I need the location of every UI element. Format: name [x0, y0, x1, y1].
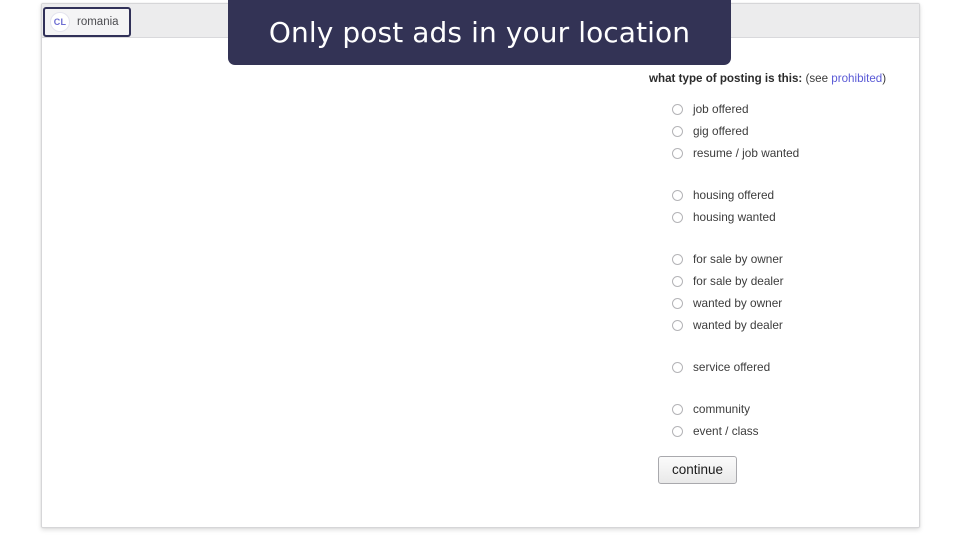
form-heading: what type of posting is this: (see prohi…: [649, 72, 919, 85]
form-heading-label: what type of posting is this:: [649, 72, 803, 85]
radio-circle-icon[interactable]: [672, 297, 683, 309]
instruction-banner: Only post ads in your location: [228, 0, 731, 65]
radio-circle-icon[interactable]: [672, 103, 683, 115]
radio-circle-icon[interactable]: [672, 403, 683, 415]
radio-option-label: gig offered: [693, 124, 749, 138]
radio-option-label: for sale by owner: [693, 252, 783, 266]
radio-option-label: housing offered: [693, 188, 775, 202]
radio-option-label: job offered: [693, 102, 749, 116]
radio-group-community: community event / class: [649, 398, 919, 442]
radio-group-services: service offered: [649, 356, 919, 378]
radio-option-label: wanted by dealer: [693, 318, 783, 332]
radio-option-for-sale-by-dealer[interactable]: for sale by dealer: [649, 270, 919, 292]
radio-option-wanted-by-owner[interactable]: wanted by owner: [649, 292, 919, 314]
radio-option-job-offered[interactable]: job offered: [649, 98, 919, 120]
radio-circle-icon[interactable]: [672, 147, 683, 159]
radio-option-community[interactable]: community: [649, 398, 919, 420]
radio-circle-icon[interactable]: [672, 211, 683, 223]
browser-window: CL romania what type of posting is this:…: [41, 3, 920, 528]
radio-option-wanted-by-dealer[interactable]: wanted by dealer: [649, 314, 919, 336]
radio-circle-icon[interactable]: [672, 189, 683, 201]
form-heading-prefix: (see: [802, 72, 832, 85]
radio-option-label: community: [693, 402, 751, 416]
radio-option-label: event / class: [693, 424, 759, 438]
browser-tab-title: romania: [77, 16, 119, 28]
radio-option-housing-offered[interactable]: housing offered: [649, 184, 919, 206]
continue-button[interactable]: continue: [658, 456, 738, 484]
radio-circle-icon[interactable]: [672, 275, 683, 287]
radio-group-jobs: job offered gig offered resume / job wan…: [649, 98, 919, 164]
radio-group-housing: housing offered housing wanted: [649, 184, 919, 228]
radio-option-label: resume / job wanted: [693, 146, 800, 160]
prohibited-link[interactable]: prohibited: [831, 72, 882, 85]
radio-option-resume-job-wanted[interactable]: resume / job wanted: [649, 142, 919, 164]
browser-tab-romania[interactable]: CL romania: [43, 7, 131, 37]
radio-option-label: for sale by dealer: [693, 274, 784, 288]
form-heading-suffix: ): [882, 72, 887, 85]
radio-option-service-offered[interactable]: service offered: [649, 356, 919, 378]
radio-option-label: service offered: [693, 360, 771, 374]
craigslist-logo-icon: CL: [50, 12, 70, 32]
radio-circle-icon[interactable]: [672, 361, 683, 373]
radio-option-label: wanted by owner: [693, 296, 783, 310]
radio-option-event-class[interactable]: event / class: [649, 420, 919, 442]
instruction-banner-text: Only post ads in your location: [268, 16, 691, 49]
radio-group-for-sale: for sale by owner for sale by dealer wan…: [649, 248, 919, 336]
radio-circle-icon[interactable]: [672, 319, 683, 331]
radio-circle-icon[interactable]: [672, 125, 683, 137]
radio-circle-icon[interactable]: [672, 425, 683, 437]
radio-circle-icon[interactable]: [672, 253, 683, 265]
radio-option-housing-wanted[interactable]: housing wanted: [649, 206, 919, 228]
radio-option-for-sale-by-owner[interactable]: for sale by owner: [649, 248, 919, 270]
radio-option-label: housing wanted: [693, 210, 776, 224]
page-viewport: what type of posting is this: (see prohi…: [42, 38, 919, 527]
radio-option-gig-offered[interactable]: gig offered: [649, 120, 919, 142]
posting-type-form: what type of posting is this: (see prohi…: [649, 72, 919, 484]
